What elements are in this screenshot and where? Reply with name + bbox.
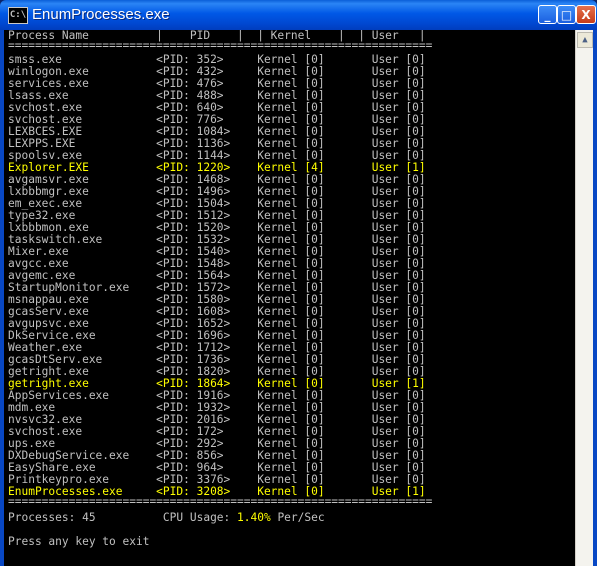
close-button[interactable]: X xyxy=(576,5,596,24)
maximize-button[interactable]: □ xyxy=(557,5,576,24)
vertical-scrollbar[interactable]: ▲ xyxy=(575,30,594,566)
title-bar[interactable]: C:\ EnumProcesses.exe _ □ X xyxy=(0,0,597,30)
summary-line: Processes: 45 CPU Usage: 1.40% Per/Sec xyxy=(8,512,325,524)
minimize-button[interactable]: _ xyxy=(538,5,557,24)
cpu-usage-value: 1.40% xyxy=(237,511,271,524)
window-title: EnumProcesses.exe xyxy=(32,6,170,23)
window-right-border xyxy=(593,30,597,566)
summary-suffix: Per/Sec xyxy=(270,511,325,524)
separator-top: ========================================… xyxy=(8,39,433,52)
separator-bottom: ========================================… xyxy=(8,495,433,508)
console-window: C:\ EnumProcesses.exe _ □ X Process Name… xyxy=(0,0,597,566)
exit-prompt: Press any key to exit xyxy=(8,535,150,548)
scroll-up-arrow-icon[interactable]: ▲ xyxy=(577,32,593,48)
console-output[interactable]: Process Name | PID | | Kernel | | User |… xyxy=(4,30,575,566)
console-app-icon[interactable]: C:\ xyxy=(8,7,28,24)
summary-label: Processes: 45 CPU Usage: xyxy=(8,511,238,524)
